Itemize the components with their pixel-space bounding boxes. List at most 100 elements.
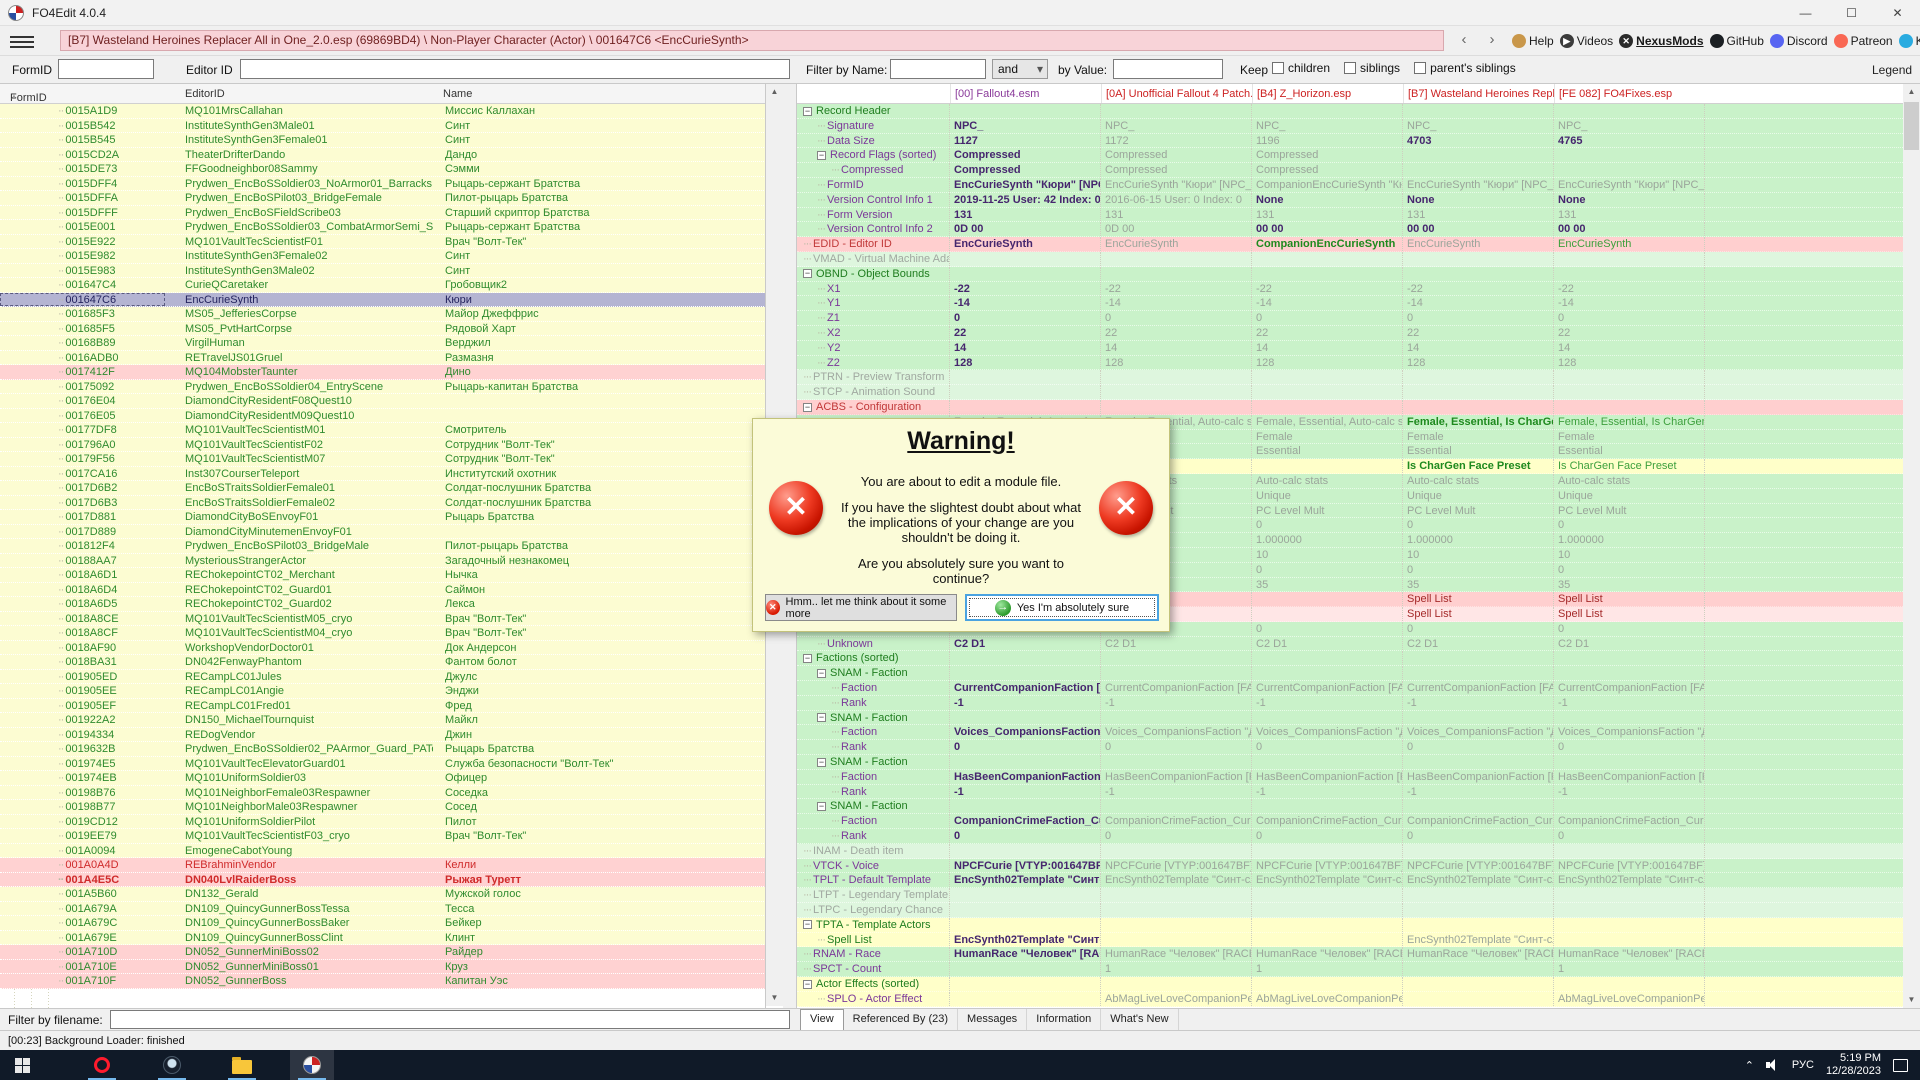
value-cell[interactable] bbox=[1554, 711, 1705, 725]
plugin-column-header[interactable]: [B7] Wasteland Heroines Replacer... bbox=[1403, 84, 1554, 103]
value-cell[interactable] bbox=[1403, 888, 1554, 902]
tab-referenced-by-23-[interactable]: Referenced By (23) bbox=[844, 1009, 958, 1031]
record-row[interactable]: −TPTA - Template Actors bbox=[797, 918, 1903, 933]
record-row[interactable]: ···Z2128128128128128 bbox=[797, 356, 1903, 371]
record-row[interactable]: ···Rank-1-1-1-1-1 bbox=[797, 785, 1903, 800]
value-cell[interactable]: 0 bbox=[950, 740, 1101, 754]
value-cell[interactable] bbox=[1403, 666, 1554, 680]
plugin-column-header[interactable]: [0A] Unofficial Fallout 4 Patch.esp bbox=[1101, 84, 1252, 103]
value-cell[interactable]: Essential bbox=[1403, 444, 1554, 458]
keep-checkbox-1[interactable]: siblings bbox=[1344, 61, 1400, 75]
value-cell[interactable]: CompanionCrimeFaction_Curie ... bbox=[950, 814, 1101, 828]
value-cell[interactable] bbox=[1554, 844, 1705, 858]
value-cell[interactable]: 0 bbox=[1554, 311, 1705, 325]
table-row[interactable]: ··001905EDRECampLC01JulesДжулс bbox=[0, 670, 766, 685]
value-cell[interactable] bbox=[1403, 104, 1554, 118]
value-cell[interactable] bbox=[1252, 607, 1403, 621]
value-cell[interactable]: Unique bbox=[1554, 489, 1705, 503]
value-cell[interactable]: HumanRace "Человек" [RACE:0... bbox=[950, 947, 1101, 961]
value-cell[interactable]: Is CharGen Face Preset bbox=[1403, 459, 1554, 473]
value-cell[interactable]: Compressed bbox=[1101, 163, 1252, 177]
value-cell[interactable]: 14 bbox=[1101, 341, 1252, 355]
table-row[interactable]: ··0017D6B2EncBoSTraitsSoldierFemale01Сол… bbox=[0, 481, 766, 496]
table-row[interactable]: ··0015B542InstituteSynthGen3Male01Синт bbox=[0, 119, 766, 134]
value-cell[interactable]: HasBeenCompanionFaction [FA... bbox=[1101, 770, 1252, 784]
collapse-icon[interactable]: − bbox=[803, 920, 812, 929]
scrollbar-thumb[interactable] bbox=[1904, 102, 1919, 150]
table-row[interactable]: ··0018A6D4REChokepointCT02_Guard01Саймон bbox=[0, 583, 766, 598]
table-row[interactable]: ··00194334REDogVendorДжин bbox=[0, 728, 766, 743]
record-row[interactable]: ···Z100000 bbox=[797, 311, 1903, 326]
record-row[interactable]: −OBND - Object Bounds bbox=[797, 267, 1903, 282]
value-cell[interactable]: -1 bbox=[1403, 785, 1554, 799]
record-row[interactable]: −Record Flags (sorted)CompressedCompress… bbox=[797, 148, 1903, 163]
taskbar-item-steam[interactable] bbox=[150, 1050, 194, 1080]
plugin-column-header[interactable]: [B4] Z_Horizon.esp bbox=[1252, 84, 1403, 103]
record-row[interactable]: ···Data Size11271172119647034765 bbox=[797, 134, 1903, 149]
table-row[interactable]: ··001A679EDN109_QuincyGunnerBossClintКли… bbox=[0, 931, 766, 946]
table-row[interactable]: ··001A0A4DREBrahminVendorКелли bbox=[0, 858, 766, 873]
value-cell[interactable]: NPCFCurie [VTYP:001647BF] bbox=[1403, 859, 1554, 873]
scroll-down-icon[interactable]: ▼ bbox=[766, 990, 783, 1006]
record-row[interactable]: ···Y1-14-14-14-14-14 bbox=[797, 296, 1903, 311]
value-cell[interactable]: Compressed bbox=[1252, 163, 1403, 177]
checkbox-icon[interactable] bbox=[1272, 62, 1284, 74]
collapse-icon[interactable]: − bbox=[817, 669, 826, 678]
record-row[interactable]: ···SPCT - Count111 bbox=[797, 962, 1903, 977]
value-cell[interactable] bbox=[950, 400, 1101, 414]
legend-link[interactable]: Legend bbox=[1872, 63, 1912, 77]
collapse-icon[interactable]: − bbox=[803, 980, 812, 989]
value-cell[interactable] bbox=[1101, 977, 1252, 991]
value-cell[interactable]: 0 bbox=[1252, 518, 1403, 532]
table-row[interactable]: ··001647C4CurieQCaretakerГробовщик2 bbox=[0, 278, 766, 293]
table-row[interactable]: ··0015E922MQ101VaultTecScientistF01Врач … bbox=[0, 235, 766, 250]
value-cell[interactable] bbox=[1252, 370, 1403, 384]
value-cell[interactable]: 0 bbox=[1101, 829, 1252, 843]
value-cell[interactable]: None bbox=[1403, 193, 1554, 207]
record-row[interactable]: ···Rank00000 bbox=[797, 740, 1903, 755]
value-cell[interactable]: 1 bbox=[1554, 962, 1705, 976]
value-cell[interactable]: 1196 bbox=[1252, 134, 1403, 148]
taskbar-item-fo4edit[interactable] bbox=[290, 1050, 334, 1080]
table-row[interactable]: ··001905EERECampLC01AngieЭнджи bbox=[0, 684, 766, 699]
value-cell[interactable] bbox=[950, 711, 1101, 725]
value-cell[interactable]: -22 bbox=[1252, 282, 1403, 296]
value-cell[interactable]: 128 bbox=[950, 356, 1101, 370]
value-cell[interactable] bbox=[1101, 104, 1252, 118]
breadcrumb[interactable]: [B7] Wasteland Heroines Replacer All in … bbox=[60, 30, 1444, 51]
value-cell[interactable] bbox=[1554, 267, 1705, 281]
value-cell[interactable]: 0 bbox=[1403, 829, 1554, 843]
value-cell[interactable]: -22 bbox=[950, 282, 1101, 296]
table-row[interactable]: ··00177DF8MQ101VaultTecScientistM01Смотр… bbox=[0, 423, 766, 438]
value-cell[interactable]: Female, Essential, Auto-calc stat... bbox=[1252, 415, 1403, 429]
value-cell[interactable] bbox=[1403, 903, 1554, 917]
value-cell[interactable]: 4703 bbox=[1403, 134, 1554, 148]
table-row[interactable]: ··001A679ADN109_QuincyGunnerBossTessaТес… bbox=[0, 902, 766, 917]
table-row[interactable]: ··0017D6B3EncBoSTraitsSoldierFemale02Сол… bbox=[0, 496, 766, 511]
value-cell[interactable]: -1 bbox=[1403, 696, 1554, 710]
tab-view[interactable]: View bbox=[800, 1009, 844, 1031]
value-cell[interactable] bbox=[1403, 370, 1554, 384]
value-cell[interactable]: CompanionCrimeFaction_Curie ... bbox=[1252, 814, 1403, 828]
record-row[interactable]: ···FactionVoices_CompanionsFaction "Дл..… bbox=[797, 725, 1903, 740]
record-row[interactable]: ···VMAD - Virtual Machine Ada... bbox=[797, 252, 1903, 267]
value-cell[interactable] bbox=[1554, 933, 1705, 947]
table-row[interactable]: ··00176E04DiamondCityResidentF08Quest10 bbox=[0, 394, 766, 409]
record-row[interactable]: ···PTRN - Preview Transform bbox=[797, 370, 1903, 385]
value-cell[interactable]: EncCurieSynth "Кюри" [NPC_:00... bbox=[1101, 178, 1252, 192]
table-row[interactable]: ··001647C6EncCurieSynthКюри bbox=[0, 293, 766, 308]
tray-expand-icon[interactable]: ⌃ bbox=[1745, 1059, 1754, 1072]
value-cell[interactable]: 0 bbox=[1403, 311, 1554, 325]
value-cell[interactable]: -22 bbox=[1101, 282, 1252, 296]
value-cell[interactable]: EncCurieSynth bbox=[1403, 237, 1554, 251]
value-cell[interactable] bbox=[1554, 903, 1705, 917]
value-cell[interactable]: Female bbox=[1403, 430, 1554, 444]
value-cell[interactable]: CompanionCrimeFaction_Curie ... bbox=[1101, 814, 1252, 828]
value-cell[interactable] bbox=[1403, 400, 1554, 414]
language-indicator[interactable]: РУС bbox=[1792, 1059, 1814, 1071]
value-cell[interactable] bbox=[950, 977, 1101, 991]
value-cell[interactable]: AbMagLiveLoveCompanionPerk... bbox=[1554, 992, 1705, 1006]
scroll-up-icon[interactable]: ▲ bbox=[766, 84, 783, 100]
value-cell[interactable] bbox=[1554, 385, 1705, 399]
value-cell[interactable]: EncSynth02Template "Синт-сле... bbox=[950, 933, 1101, 947]
